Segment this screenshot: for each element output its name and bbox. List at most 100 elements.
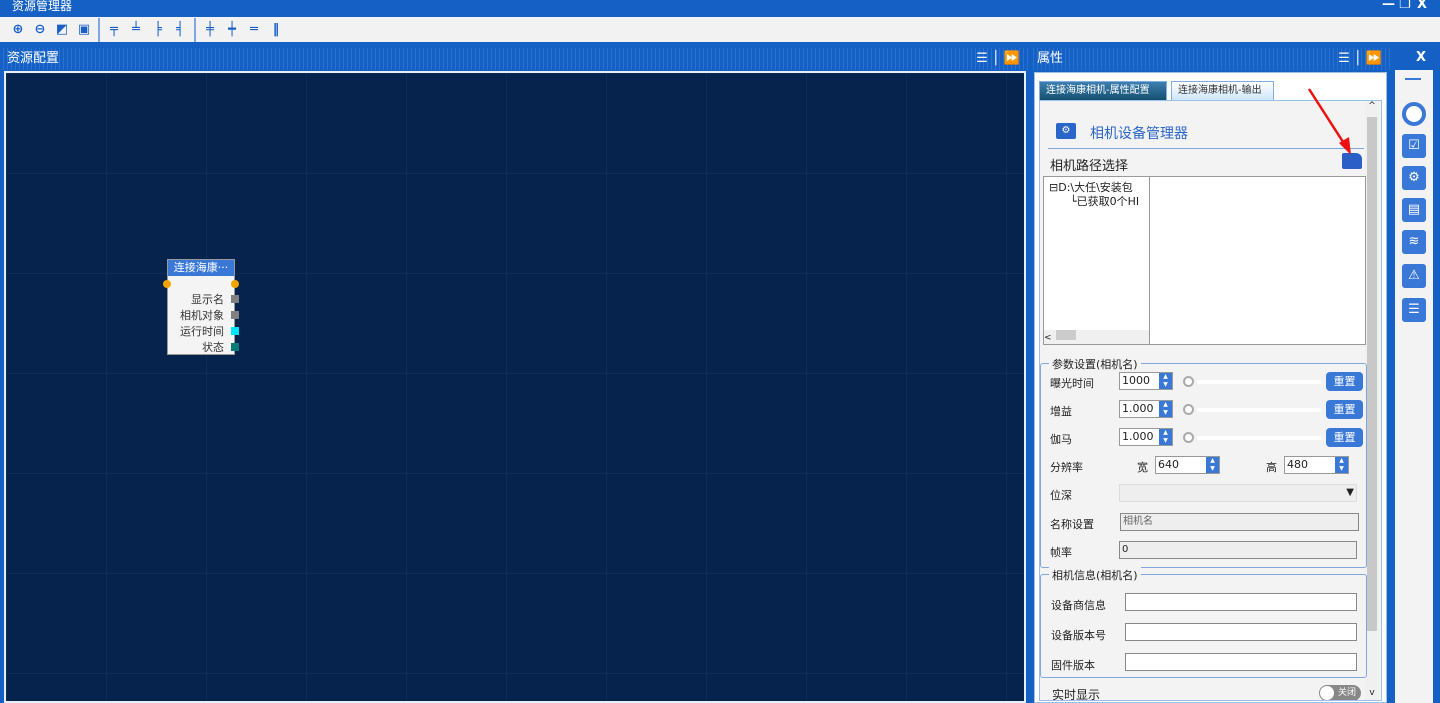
port-pin[interactable] [231, 327, 239, 335]
gamma-slider-knob[interactable] [1183, 432, 1194, 443]
fps-label: 帧率 [1050, 546, 1072, 559]
properties-panel: 连接海康相机-属性配置 连接海康相机-输出 ^ v ⚙ 相机设备管理器 相机路径选… [1034, 72, 1387, 703]
zoom-in-icon[interactable]: ⊕ [10, 22, 26, 38]
port-pin[interactable] [231, 343, 239, 351]
pin-icon[interactable]: ⏩ [1366, 51, 1382, 66]
live-display-label: 实时显示 [1052, 688, 1101, 701]
port-pin[interactable] [231, 311, 239, 319]
align-left-icon[interactable]: ╞ [150, 22, 166, 38]
tab-property-config[interactable]: 连接海康相机-属性配置 [1039, 81, 1167, 100]
red-arrow-annotation [1307, 88, 1351, 155]
section-header: 相机设备管理器 [1090, 126, 1188, 142]
group-title: 相机信息(相机名) [1049, 567, 1141, 583]
menu-icon[interactable]: ☰ [1338, 51, 1350, 66]
right-dock: X ☑ ⚙ ▤ ≋ ⚠ ☰ [1392, 48, 1440, 703]
exposure-reset-button[interactable]: 重置 [1326, 372, 1363, 391]
zoom-out-icon[interactable]: ⊖ [32, 22, 48, 38]
name-label: 名称设置 [1050, 518, 1094, 531]
close-button[interactable]: X [1417, 0, 1427, 11]
settings-list-icon[interactable]: ⚙ [1402, 166, 1426, 190]
node-title: 连接海康··· [168, 260, 234, 276]
exposure-spinner[interactable]: 1000 ▲ ▼ [1119, 372, 1173, 390]
dock-close-button[interactable]: X [1416, 50, 1426, 65]
window-title: 资源管理器 [12, 0, 73, 13]
gain-label: 增益 [1050, 405, 1072, 418]
path-tree[interactable]: ⊟D:\大任\安装包 └已获取0个HI < [1043, 176, 1366, 345]
connect-hikvision-node[interactable]: 连接海康··· 显示名 相机对象 运行时间 状态 [163, 259, 239, 355]
center-horizontal-icon[interactable]: ╪ [202, 22, 218, 38]
bitdepth-select[interactable]: ▼ [1119, 484, 1357, 502]
info-group: 相机信息(相机名) 设备商信息 设备版本号 固件版本 [1040, 567, 1367, 678]
port-label: 运行时间 [180, 325, 224, 338]
layers-icon[interactable]: ≋ [1402, 230, 1426, 254]
checklist-icon[interactable]: ☑ [1402, 134, 1426, 158]
port-label: 显示名 [191, 293, 224, 306]
property-content: ^ v ⚙ 相机设备管理器 相机路径选择 ⊟D:\大任\安装包 └已获取0个HI … [1039, 100, 1382, 701]
group-title: 参数设置(相机名) [1049, 356, 1141, 372]
width-spinner[interactable]: 640 ▲ ▼ [1155, 456, 1220, 474]
firmware-input[interactable] [1125, 653, 1357, 671]
exposure-slider[interactable] [1197, 380, 1321, 384]
menu-icon[interactable]: ☰ [976, 51, 988, 66]
bitdepth-label: 位深 [1050, 489, 1072, 502]
pin-icon[interactable]: ⏩ [1004, 51, 1020, 66]
tool-sidebar: ☑ ⚙ ▤ ≋ ⚠ ☰ [1395, 70, 1433, 703]
flow-canvas[interactable]: 连接海康··· 显示名 相机对象 运行时间 状态 [4, 71, 1026, 703]
vertical-scrollbar[interactable]: ^ v [1365, 101, 1379, 700]
separator [98, 17, 100, 42]
height-label: 高 [1266, 461, 1277, 474]
path-label: 相机路径选择 [1050, 159, 1129, 174]
version-input[interactable] [1125, 623, 1357, 641]
log-list-icon[interactable]: ☰ [1402, 298, 1426, 322]
warning-icon[interactable]: ⚠ [1402, 264, 1426, 288]
center-vertical-icon[interactable]: ┿ [224, 22, 240, 38]
firmware-label: 固件版本 [1051, 659, 1095, 672]
properties-header: 属性 ☰ │ ⏩ [1030, 48, 1392, 70]
restore-button[interactable]: ❐ [1399, 0, 1411, 11]
gain-spinner[interactable]: 1.000 ▲ ▼ [1119, 400, 1173, 418]
gain-slider[interactable] [1197, 408, 1321, 412]
params-group: 参数设置(相机名) 曝光时间 1000 ▲ ▼ 重置 增益 1.000 ▲ ▼ 重置 伽… [1040, 356, 1367, 568]
horizontal-scrollbar[interactable]: < [1044, 330, 1149, 344]
exposure-label: 曝光时间 [1050, 377, 1094, 390]
minimize-button[interactable]: — [1382, 0, 1395, 11]
align-bottom-icon[interactable]: ╧ [128, 22, 144, 38]
panel-title: 资源配置 [7, 51, 60, 66]
gamma-slider[interactable] [1197, 436, 1321, 440]
version-label: 设备版本号 [1051, 629, 1106, 642]
width-label: 宽 [1137, 461, 1148, 474]
tree-child[interactable]: └已获取0个HI [1070, 193, 1139, 209]
resolution-label: 分辨率 [1050, 461, 1083, 474]
separator [194, 17, 196, 42]
network-icon[interactable] [1402, 102, 1426, 126]
vendor-label: 设备商信息 [1051, 599, 1106, 612]
gain-slider-knob[interactable] [1183, 404, 1194, 415]
title-bar: 资源管理器 — ❐ X [0, 0, 1440, 17]
align-right-icon[interactable]: ╡ [172, 22, 188, 38]
collapse-icon[interactable] [1405, 78, 1421, 80]
input-port[interactable] [163, 280, 171, 288]
resource-config-header: 资源配置 ☰ │ ⏩ [0, 48, 1028, 70]
gain-reset-button[interactable]: 重置 [1326, 400, 1363, 419]
fps-field: 0 [1119, 541, 1357, 559]
output-port[interactable] [231, 280, 239, 288]
distribute-horizontal-icon[interactable]: ═ [246, 22, 262, 38]
gamma-reset-button[interactable]: 重置 [1326, 428, 1363, 447]
fullscreen-icon[interactable]: ▣ [76, 22, 92, 38]
vendor-input[interactable] [1125, 593, 1357, 611]
name-input[interactable]: 相机名 [1120, 513, 1359, 531]
align-top-icon[interactable]: ╤ [106, 22, 122, 38]
panel-title: 属性 [1037, 51, 1064, 66]
port-pin[interactable] [231, 295, 239, 303]
fit-icon[interactable]: ◩ [54, 22, 70, 38]
exposure-slider-knob[interactable] [1183, 376, 1194, 387]
gamma-spinner[interactable]: 1.000 ▲ ▼ [1119, 428, 1173, 446]
layout-icon[interactable]: ▤ [1402, 198, 1426, 222]
distribute-vertical-icon[interactable]: ‖ [268, 22, 284, 38]
toolbar: ⊕ ⊖ ◩ ▣ ╤ ╧ ╞ ╡ ╪ ┿ ═ ‖ [0, 17, 1440, 44]
tab-output[interactable]: 连接海康相机-输出 [1171, 81, 1274, 100]
height-spinner[interactable]: 480 ▲ ▼ [1284, 456, 1349, 474]
gamma-label: 伽马 [1050, 433, 1072, 446]
live-display-toggle[interactable]: 关闭 [1319, 685, 1361, 700]
port-label: 状态 [202, 341, 224, 354]
